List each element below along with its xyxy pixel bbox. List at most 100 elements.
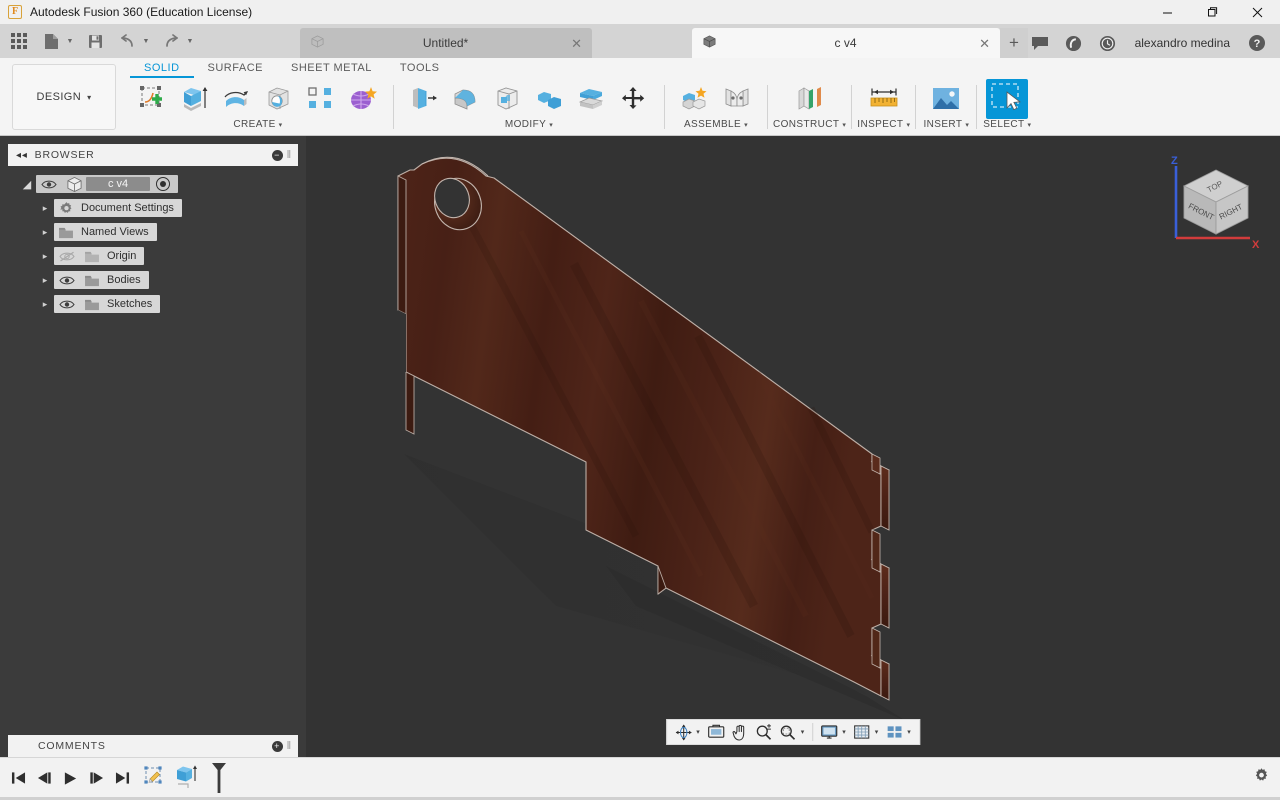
document-tab-cv4[interactable]: c v4 ✕ (692, 28, 1000, 58)
press-pull-icon[interactable] (403, 79, 445, 119)
ribbon-tab-solid[interactable]: SOLID (130, 58, 194, 78)
ribbon-tab-tools[interactable]: TOOLS (386, 58, 454, 78)
undo-icon[interactable] (114, 28, 140, 54)
joint-icon[interactable] (716, 79, 758, 119)
form-icon[interactable] (342, 79, 384, 119)
pattern-icon[interactable] (300, 79, 342, 119)
file-icon[interactable] (38, 28, 64, 54)
chevron-down-icon[interactable]: ▾ (695, 728, 704, 736)
split-face-icon[interactable] (571, 79, 613, 119)
panel-modify-label[interactable]: MODIFY ▾ (505, 119, 553, 130)
visibility-eye-icon[interactable] (54, 299, 80, 310)
collapse-panel-icon[interactable]: ◂◂ (8, 150, 35, 161)
panel-create-label[interactable]: CREATE ▾ (233, 119, 282, 130)
visibility-eye-off-icon[interactable] (54, 251, 80, 262)
save-icon[interactable] (82, 28, 108, 54)
job-status-icon[interactable] (1057, 28, 1091, 58)
close-tab-icon[interactable]: ✕ (979, 37, 990, 50)
comments-icon[interactable] (1023, 28, 1057, 58)
create-sketch-icon[interactable] (132, 79, 174, 119)
tree-row-named-views[interactable]: ▸ Named Views (0, 220, 306, 244)
chevron-down-icon[interactable]: ▾ (874, 728, 883, 736)
close-button[interactable] (1235, 0, 1280, 24)
panel-grip-icon[interactable]: ‖ (287, 740, 294, 752)
grid-snaps-icon[interactable] (850, 720, 874, 744)
recent-icon[interactable] (1091, 28, 1125, 58)
tree-chip[interactable]: Document Settings (54, 199, 182, 217)
select-icon[interactable] (986, 79, 1029, 119)
panel-inspect-label[interactable]: INSPECT ▾ (857, 119, 910, 130)
panel-grip-icon[interactable]: ‖ (287, 149, 294, 161)
tree-row-sketches[interactable]: ▸ Sketches (0, 292, 306, 316)
play-icon[interactable] (58, 764, 82, 792)
collapse-all-icon[interactable]: − (271, 149, 283, 161)
step-back-icon[interactable] (32, 764, 56, 792)
expand-twist-icon[interactable]: ▸ (36, 292, 54, 316)
zoom-icon[interactable] (752, 720, 776, 744)
jump-to-beginning-icon[interactable] (6, 764, 30, 792)
chevron-down-icon[interactable]: ▾ (841, 728, 850, 736)
minimize-button[interactable] (1145, 0, 1190, 24)
tree-row-document-settings[interactable]: ▸ Document Settings (0, 196, 306, 220)
move-copy-icon[interactable] (613, 79, 655, 119)
insert-image-icon[interactable] (925, 79, 967, 119)
display-settings-icon[interactable] (817, 720, 841, 744)
tree-row-bodies[interactable]: ▸ Bodies (0, 268, 306, 292)
timeline-marker-icon[interactable] (204, 762, 234, 794)
step-forward-icon[interactable] (84, 764, 108, 792)
viewport-layout-icon[interactable] (882, 720, 906, 744)
timeline-sketch-icon[interactable] (140, 762, 170, 794)
combine-icon[interactable] (529, 79, 571, 119)
view-cube[interactable]: Z X TOP FRONT RIGHT (1162, 150, 1266, 254)
measure-icon[interactable] (863, 79, 905, 119)
app-grid-icon[interactable] (6, 28, 32, 54)
orbit-icon[interactable] (671, 720, 695, 744)
tree-chip[interactable]: Sketches (54, 295, 161, 313)
chevron-down-icon[interactable]: ▾ (800, 728, 809, 736)
maximize-button[interactable] (1190, 0, 1235, 24)
timeline-settings-gear-icon[interactable] (1253, 767, 1270, 789)
look-at-icon[interactable] (704, 720, 728, 744)
workspace-switcher[interactable]: DESIGN ▾ (12, 64, 116, 130)
user-account-label[interactable]: alexandro medina (1125, 36, 1240, 50)
tree-row-root[interactable]: ◢ c v4 (0, 172, 306, 196)
pan-icon[interactable] (728, 720, 752, 744)
ribbon-tab-sheet-metal[interactable]: SHEET METAL (277, 58, 386, 78)
close-tab-icon[interactable]: ✕ (571, 37, 582, 50)
redo-chevron-down-icon[interactable]: ▼ (184, 28, 196, 54)
new-component-icon[interactable] (674, 79, 716, 119)
expand-twist-icon[interactable]: ◢ (18, 172, 36, 196)
fillet-icon[interactable] (445, 79, 487, 119)
jump-to-end-icon[interactable] (110, 764, 134, 792)
expand-twist-icon[interactable]: ▸ (36, 196, 54, 220)
undo-chevron-down-icon[interactable]: ▼ (140, 28, 152, 54)
chevron-down-icon[interactable]: ▾ (906, 728, 915, 736)
activate-component-radio[interactable] (156, 177, 171, 191)
file-chevron-down-icon[interactable]: ▼ (64, 28, 76, 54)
fit-icon[interactable] (776, 720, 800, 744)
shell-icon[interactable] (487, 79, 529, 119)
revolve-icon[interactable] (216, 79, 258, 119)
root-chip[interactable]: c v4 (36, 175, 179, 193)
help-icon[interactable]: ? (1240, 28, 1274, 58)
sphere-icon[interactable] (258, 79, 300, 119)
panel-select-label[interactable]: SELECT ▾ (983, 119, 1031, 130)
redo-icon[interactable] (158, 28, 184, 54)
offset-plane-icon[interactable] (789, 79, 831, 119)
add-comment-icon[interactable]: + (271, 740, 283, 752)
timeline-extrude-icon[interactable] (172, 762, 202, 794)
visibility-eye-icon[interactable] (54, 275, 80, 286)
visibility-eye-icon[interactable] (36, 179, 62, 190)
viewport-canvas[interactable]: Z X TOP FRONT RIGHT ▾ ▾ ▾ ▾ ▾ (306, 136, 1280, 757)
tree-chip[interactable]: Origin (54, 247, 145, 265)
document-tab-untitled[interactable]: Untitled* ✕ (300, 28, 592, 58)
panel-insert-label[interactable]: INSERT ▾ (923, 119, 969, 130)
tree-chip[interactable]: Named Views (54, 223, 157, 241)
expand-twist-icon[interactable]: ▸ (36, 268, 54, 292)
expand-twist-icon[interactable]: ▸ (36, 220, 54, 244)
extrude-icon[interactable] (174, 79, 216, 119)
expand-twist-icon[interactable]: ▸ (36, 244, 54, 268)
ribbon-tab-surface[interactable]: SURFACE (194, 58, 277, 78)
panel-assemble-label[interactable]: ASSEMBLE ▾ (684, 119, 748, 130)
model-3d-view[interactable] (306, 136, 1280, 757)
